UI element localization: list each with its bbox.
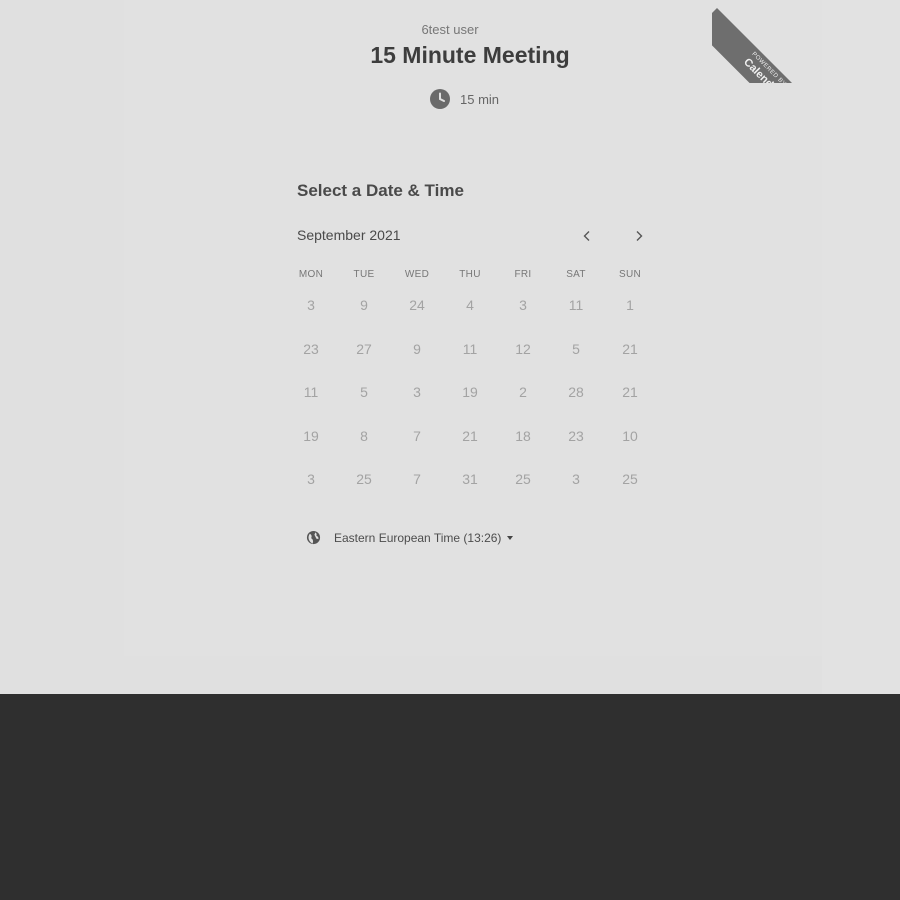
calendar-day: 5: [360, 384, 368, 400]
calendar-day: 1: [626, 297, 634, 313]
calendar-day: 3: [307, 297, 315, 313]
calendar-day: 10: [622, 428, 638, 444]
chevron-left-icon: [583, 231, 590, 241]
calendar-day: 19: [303, 428, 319, 444]
caret-down-icon: [507, 535, 514, 540]
event-duration: 15 min: [430, 89, 499, 109]
calendar-day: 23: [568, 428, 584, 444]
calendar-day: 11: [568, 297, 584, 313]
duration-label: 15 min: [460, 91, 500, 107]
page-margin: [822, 0, 900, 694]
weekday-header: FRI: [514, 269, 532, 280]
calendar-day: 12: [515, 341, 531, 357]
calendar-day: 21: [622, 384, 638, 400]
weekday-header: TUE: [353, 269, 375, 280]
globe-icon: [306, 530, 321, 545]
calendar-day: 23: [303, 341, 319, 357]
calendar-day: 7: [413, 428, 421, 444]
month-label: September 2021: [297, 227, 401, 243]
calendar-day: 25: [515, 471, 531, 487]
calendar-day: 8: [360, 428, 368, 444]
weekday-header: SAT: [566, 269, 586, 280]
calendar-day: 7: [413, 471, 421, 487]
next-month-button[interactable]: [627, 226, 651, 246]
calendar-day: 5: [572, 341, 580, 357]
calendar-day: 3: [413, 384, 421, 400]
calendar-day: 31: [462, 471, 478, 487]
event-title: 15 Minute Meeting: [370, 42, 570, 68]
timezone-label: Eastern European Time (13:26): [334, 530, 502, 545]
calendar-day: 11: [303, 384, 319, 400]
calendar-day: 3: [307, 471, 315, 487]
calendar-day: 19: [462, 384, 478, 400]
page-footer: [0, 694, 900, 900]
calendar-day: 11: [462, 341, 478, 357]
calendar-day: 24: [409, 297, 425, 313]
calendar-day: 2: [519, 384, 527, 400]
calendar-day: 27: [356, 341, 372, 357]
calendar-day: 9: [360, 297, 368, 313]
previous-month-button[interactable]: [575, 226, 599, 246]
chevron-right-icon: [636, 231, 643, 241]
section-title: Select a Date & Time: [297, 181, 464, 200]
weekday-header: SUN: [618, 269, 641, 280]
calendar-day: 25: [356, 471, 372, 487]
calendar-day: 18: [515, 428, 531, 444]
calendar-day: 3: [519, 297, 527, 313]
calendar-day: 21: [622, 341, 638, 357]
weekday-header: WED: [404, 269, 430, 280]
weekday-header: MON: [298, 269, 324, 280]
calendar-day: 25: [622, 471, 638, 487]
calendar-day: 9: [413, 341, 421, 357]
calendar-day: 21: [462, 428, 478, 444]
calendar-day: 3: [572, 471, 580, 487]
calendar-day: 4: [466, 297, 474, 313]
weekday-header: THU: [459, 269, 481, 280]
organizer-name: 6test user: [421, 22, 479, 37]
calendar-day: 28: [568, 384, 584, 400]
clock-icon: [430, 89, 450, 109]
timezone-selector[interactable]: Eastern European Time (13:26): [306, 530, 514, 545]
